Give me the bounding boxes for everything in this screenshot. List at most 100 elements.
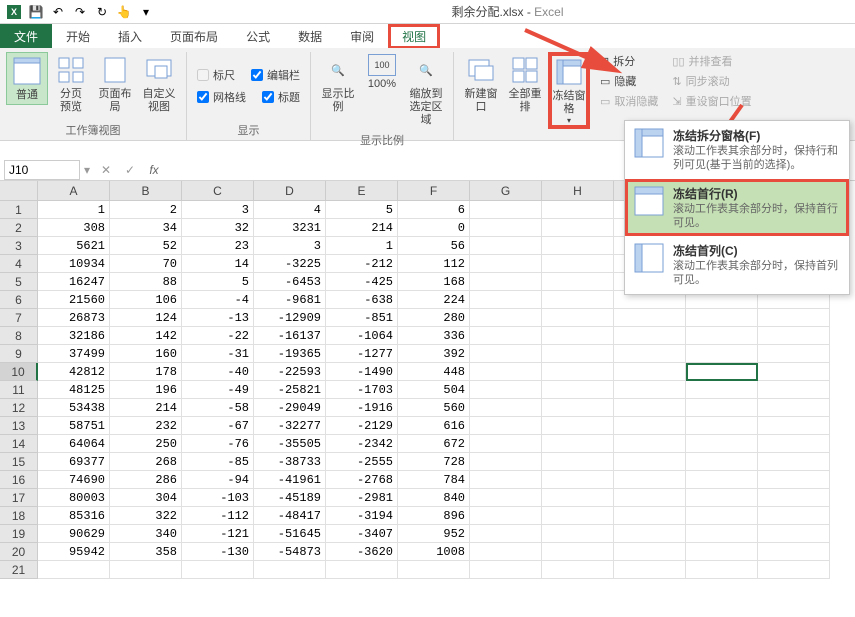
cell[interactable] <box>470 543 542 561</box>
cell[interactable] <box>614 309 686 327</box>
fx-icon[interactable]: fx <box>144 160 164 180</box>
cell[interactable]: 53438 <box>38 399 110 417</box>
tab-insert[interactable]: 插入 <box>104 24 156 49</box>
ruler-checkbox[interactable]: 标尺 <box>193 66 239 84</box>
cell[interactable] <box>614 543 686 561</box>
col-header[interactable]: C <box>182 181 254 201</box>
normal-view-button[interactable]: 普通 <box>6 52 48 105</box>
freeze-panes-item[interactable]: 冻结拆分窗格(F) 滚动工作表其余部分时，保持行和列可见(基于当前的选择)。 <box>625 121 849 179</box>
cell[interactable] <box>686 525 758 543</box>
cell[interactable] <box>38 561 110 579</box>
cell[interactable]: -41961 <box>254 471 326 489</box>
custom-views-button[interactable]: 自定义视图 <box>138 52 180 116</box>
cell[interactable]: 196 <box>110 381 182 399</box>
cell[interactable] <box>470 255 542 273</box>
cell[interactable] <box>758 363 830 381</box>
cell[interactable]: 5 <box>326 201 398 219</box>
qat-dropdown-icon[interactable]: ▾ <box>136 2 156 22</box>
cell[interactable] <box>470 507 542 525</box>
cell[interactable] <box>758 543 830 561</box>
row-header[interactable]: 21 <box>0 561 38 579</box>
cell[interactable]: 1008 <box>398 543 470 561</box>
cell[interactable]: -2768 <box>326 471 398 489</box>
cell[interactable] <box>686 381 758 399</box>
cell[interactable]: 90629 <box>38 525 110 543</box>
cell[interactable]: 52 <box>110 237 182 255</box>
cell[interactable]: 34 <box>110 219 182 237</box>
cell[interactable] <box>470 219 542 237</box>
cell[interactable]: 85316 <box>38 507 110 525</box>
cell[interactable]: 6 <box>398 201 470 219</box>
cell[interactable] <box>614 453 686 471</box>
cell[interactable]: 358 <box>110 543 182 561</box>
cell[interactable]: 10934 <box>38 255 110 273</box>
cell[interactable] <box>686 309 758 327</box>
cell[interactable]: -1703 <box>326 381 398 399</box>
cell[interactable]: 32 <box>182 219 254 237</box>
row-header[interactable]: 14 <box>0 435 38 453</box>
cell[interactable] <box>686 417 758 435</box>
cell[interactable]: -212 <box>326 255 398 273</box>
cell[interactable]: 340 <box>110 525 182 543</box>
cell[interactable]: -1916 <box>326 399 398 417</box>
hide-button[interactable]: ▭隐藏 <box>596 72 662 90</box>
row-header[interactable]: 19 <box>0 525 38 543</box>
cell[interactable] <box>614 381 686 399</box>
tab-page-layout[interactable]: 页面布局 <box>156 24 232 49</box>
cell[interactable] <box>686 399 758 417</box>
cell[interactable]: 26873 <box>38 309 110 327</box>
cell[interactable] <box>470 417 542 435</box>
row-header[interactable]: 6 <box>0 291 38 309</box>
freeze-first-col-item[interactable]: 冻结首列(C) 滚动工作表其余部分时，保持首列可见。 <box>625 236 849 294</box>
cell[interactable] <box>542 543 614 561</box>
cell[interactable] <box>326 561 398 579</box>
cell[interactable]: 160 <box>110 345 182 363</box>
cell[interactable] <box>614 471 686 489</box>
cell[interactable] <box>686 453 758 471</box>
cell[interactable]: -38733 <box>254 453 326 471</box>
cell[interactable]: 214 <box>326 219 398 237</box>
col-header[interactable]: B <box>110 181 182 201</box>
cell[interactable] <box>542 399 614 417</box>
cell[interactable]: 168 <box>398 273 470 291</box>
cell[interactable]: -35505 <box>254 435 326 453</box>
cell[interactable]: 80003 <box>38 489 110 507</box>
cell[interactable]: -1277 <box>326 345 398 363</box>
cell[interactable] <box>758 381 830 399</box>
cell[interactable] <box>758 345 830 363</box>
cell[interactable] <box>398 561 470 579</box>
cell[interactable]: -67 <box>182 417 254 435</box>
cell[interactable] <box>614 525 686 543</box>
row-header[interactable]: 17 <box>0 489 38 507</box>
row-header[interactable]: 10 <box>0 363 38 381</box>
cell[interactable] <box>470 363 542 381</box>
cell[interactable]: -6453 <box>254 273 326 291</box>
cell[interactable] <box>686 435 758 453</box>
tab-file[interactable]: 文件 <box>0 24 52 49</box>
cell[interactable] <box>542 237 614 255</box>
cell[interactable]: 70 <box>110 255 182 273</box>
cell[interactable]: 5621 <box>38 237 110 255</box>
cell[interactable]: 896 <box>398 507 470 525</box>
row-header[interactable]: 3 <box>0 237 38 255</box>
cell[interactable]: 106 <box>110 291 182 309</box>
unhide-button[interactable]: ▭取消隐藏 <box>596 92 662 110</box>
cell[interactable]: 112 <box>398 255 470 273</box>
cell[interactable]: -1490 <box>326 363 398 381</box>
cell[interactable] <box>542 309 614 327</box>
cell[interactable] <box>614 327 686 345</box>
cell[interactable]: -638 <box>326 291 398 309</box>
cell[interactable] <box>542 561 614 579</box>
cell[interactable]: 560 <box>398 399 470 417</box>
cell[interactable]: 37499 <box>38 345 110 363</box>
cell[interactable] <box>686 561 758 579</box>
cell[interactable] <box>542 435 614 453</box>
cell[interactable]: 16247 <box>38 273 110 291</box>
row-header[interactable]: 20 <box>0 543 38 561</box>
cell[interactable] <box>614 489 686 507</box>
cell[interactable] <box>542 525 614 543</box>
freeze-panes-button[interactable]: 冻结窗格 ▾ <box>548 52 590 129</box>
col-header[interactable]: E <box>326 181 398 201</box>
row-header[interactable]: 2 <box>0 219 38 237</box>
row-header[interactable]: 1 <box>0 201 38 219</box>
